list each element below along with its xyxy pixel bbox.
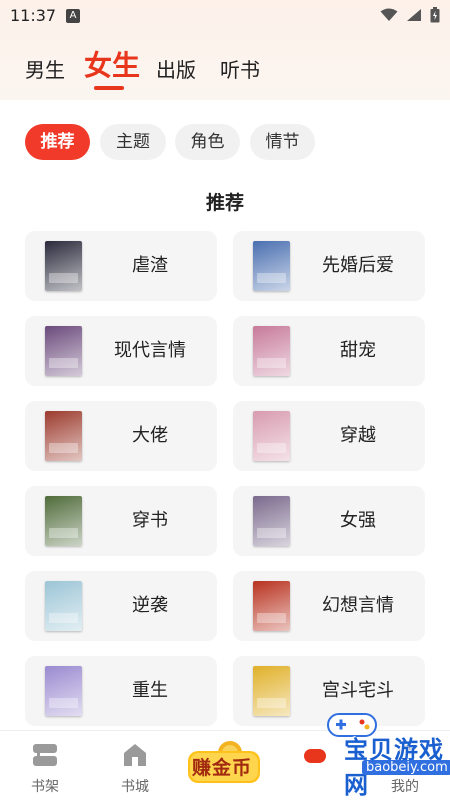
nav-label: 书城 bbox=[121, 779, 149, 795]
tab-publish[interactable]: 出版 bbox=[156, 54, 196, 83]
category-card[interactable]: 幻想言情 bbox=[233, 571, 425, 641]
category-label: 女强 bbox=[340, 510, 376, 531]
filter-chips: 推荐 主题 角色 情节 bbox=[0, 124, 450, 160]
chip-plot[interactable]: 情节 bbox=[250, 124, 315, 160]
book-cover bbox=[253, 581, 290, 631]
category-card[interactable]: 虐渣 bbox=[25, 231, 217, 301]
category-label: 先婚后爱 bbox=[322, 255, 394, 276]
category-label: 虐渣 bbox=[132, 255, 168, 276]
book-cover bbox=[253, 411, 290, 461]
book-cover bbox=[45, 411, 82, 461]
section-title: 推荐 bbox=[205, 192, 244, 214]
tab-female[interactable]: 女生 bbox=[84, 44, 140, 84]
category-card[interactable]: 穿越 bbox=[233, 401, 425, 471]
notification-a-icon: A bbox=[66, 9, 80, 23]
category-label: 穿书 bbox=[132, 510, 168, 531]
book-cover bbox=[45, 326, 82, 376]
status-time: 11:37 bbox=[10, 6, 57, 25]
category-label: 重生 bbox=[132, 680, 168, 701]
chip-recommend[interactable]: 推荐 bbox=[25, 124, 90, 160]
status-icons bbox=[380, 7, 440, 23]
gender-tabs: 男生 女生 出版 听书 bbox=[0, 40, 450, 96]
earn-coins-button[interactable]: 赚金币 bbox=[186, 739, 262, 787]
book-cover bbox=[253, 326, 290, 376]
book-cover bbox=[253, 496, 290, 546]
chip-role[interactable]: 角色 bbox=[175, 124, 240, 160]
book-cover bbox=[45, 581, 82, 631]
watermark: 宝贝游戏网 baobeiy.com bbox=[318, 700, 450, 799]
category-card[interactable]: 现代言情 bbox=[25, 316, 217, 386]
tab-audiobook[interactable]: 听书 bbox=[220, 54, 260, 83]
nav-label: 书架 bbox=[31, 779, 59, 795]
category-card[interactable]: 先婚后爱 bbox=[233, 231, 425, 301]
category-label: 幻想言情 bbox=[322, 595, 394, 616]
book-cover bbox=[45, 241, 82, 291]
category-label: 逆袭 bbox=[132, 595, 168, 616]
nav-bookstore[interactable]: 书城 bbox=[90, 731, 180, 800]
status-bar: 11:37 A bbox=[0, 0, 450, 32]
watermark-url: baobeiy.com bbox=[362, 760, 450, 775]
category-label: 现代言情 bbox=[114, 340, 186, 361]
category-card[interactable]: 女强 bbox=[233, 486, 425, 556]
category-card[interactable]: 穿书 bbox=[25, 486, 217, 556]
category-label: 甜宠 bbox=[340, 340, 376, 361]
battery-icon bbox=[430, 7, 440, 23]
earn-coins-label: 赚金币 bbox=[192, 757, 253, 779]
category-grid: 虐渣 先婚后爱 现代言情 甜宠 大佬 穿越 穿书 女强 逆袭 幻想言情 重生 宫… bbox=[0, 231, 450, 731]
bookshelf-icon bbox=[33, 744, 57, 766]
category-card[interactable]: 重生 bbox=[25, 656, 217, 726]
category-card[interactable]: 逆袭 bbox=[25, 571, 217, 641]
book-cover bbox=[253, 666, 290, 716]
book-cover bbox=[253, 241, 290, 291]
tab-male[interactable]: 男生 bbox=[25, 54, 65, 83]
wifi-icon bbox=[380, 8, 398, 21]
category-card[interactable]: 大佬 bbox=[25, 401, 217, 471]
chip-theme[interactable]: 主题 bbox=[100, 124, 166, 160]
nav-bookshelf[interactable]: 书架 bbox=[0, 731, 90, 800]
home-icon bbox=[124, 744, 146, 766]
category-label: 穿越 bbox=[340, 425, 376, 446]
book-cover bbox=[45, 496, 82, 546]
category-label: 大佬 bbox=[132, 425, 168, 446]
signal-icon bbox=[407, 9, 421, 21]
active-tab-indicator bbox=[94, 86, 124, 90]
book-cover bbox=[45, 666, 82, 716]
category-card[interactable]: 甜宠 bbox=[233, 316, 425, 386]
